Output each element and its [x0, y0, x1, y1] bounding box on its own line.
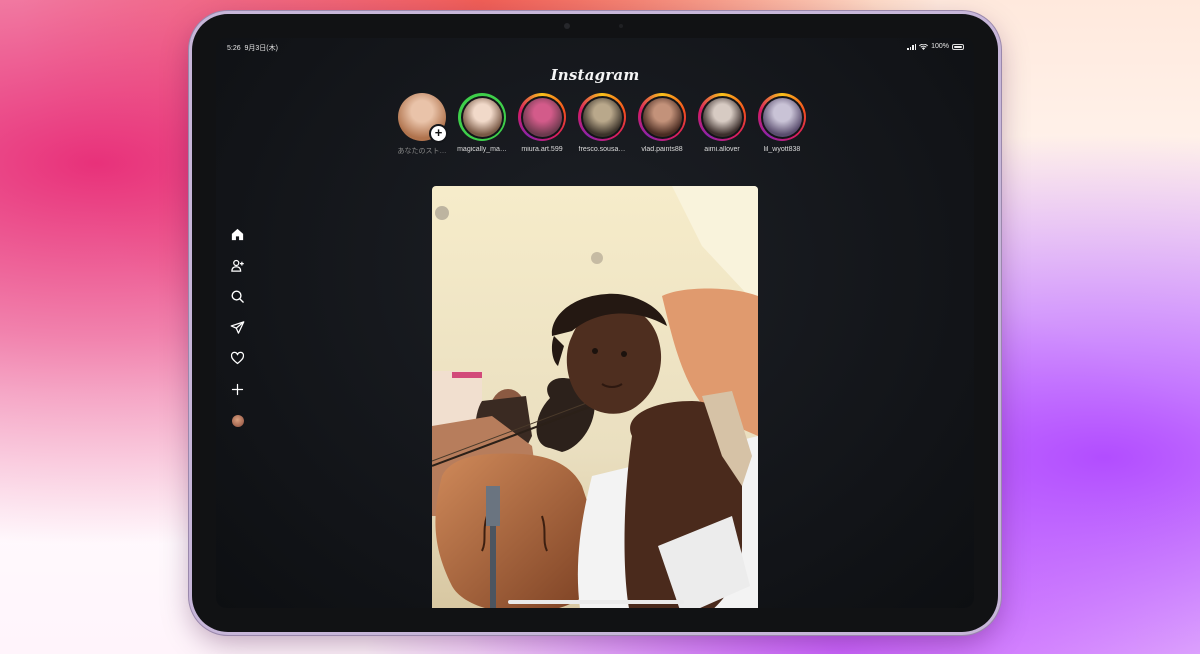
add-story-plus-icon[interactable]: +: [429, 124, 448, 143]
story-ring-gap: [640, 95, 684, 139]
heart-icon[interactable]: [229, 350, 246, 367]
story-username: aimi.allover: [704, 146, 740, 153]
story-avatar: [762, 97, 802, 137]
story-avatar: [522, 97, 562, 137]
story-ring: [698, 93, 746, 141]
story-ring: [638, 93, 686, 141]
story-username: miura.art.599: [521, 146, 563, 153]
story-username: あなたのスト…: [397, 148, 447, 155]
story-username: magically_ma…: [457, 146, 507, 153]
story-ring: [458, 93, 506, 141]
story-ring: [518, 93, 566, 141]
story-ring-gap: [760, 95, 804, 139]
story-username: vlad.paints88: [641, 146, 683, 153]
status-time: 5:26 9月3日(木): [227, 45, 278, 52]
add-friend-icon[interactable]: [229, 257, 246, 274]
search-icon[interactable]: [229, 288, 246, 305]
feed-post-photo[interactable]: [432, 186, 758, 608]
stories-tray: + あなたのスト… magically_ma… miura.art.599 fresco…: [396, 93, 808, 156]
story-item[interactable]: lil_wyott838: [756, 93, 808, 156]
story-username: fresco.sousa…: [578, 146, 626, 153]
post-image: [432, 186, 758, 608]
sidebar-nav: [229, 226, 246, 429]
story-ring: +: [398, 93, 448, 143]
tablet-frame: 5:26 9月3日(木) 100% Instagram + あなたのスト… magi…: [192, 14, 998, 632]
story-ring: [758, 93, 806, 141]
wifi-icon: [919, 43, 929, 50]
story-item[interactable]: miura.art.599: [516, 93, 568, 156]
signal-icon: [907, 43, 917, 50]
story-avatar: [642, 97, 682, 137]
story-ring-gap: [520, 95, 564, 139]
status-date: 9月3日(木): [244, 45, 278, 52]
home-icon[interactable]: [229, 226, 246, 243]
battery-percent: 100%: [931, 43, 949, 50]
story-username: lil_wyott838: [763, 146, 801, 153]
status-bar: 5:26 9月3日(木) 100%: [216, 41, 974, 55]
story-ring-gap: [700, 95, 744, 139]
story-avatar: [582, 97, 622, 137]
your-story[interactable]: + あなたのスト…: [396, 93, 448, 156]
status-right: 100%: [907, 43, 964, 50]
profile-avatar[interactable]: [229, 412, 246, 429]
story-avatar: [702, 97, 742, 137]
story-item[interactable]: aimi.allover: [696, 93, 748, 156]
create-plus-icon[interactable]: [229, 381, 246, 398]
story-item[interactable]: magically_ma…: [456, 93, 508, 156]
story-item[interactable]: fresco.sousa…: [576, 93, 628, 156]
story-item[interactable]: vlad.paints88: [636, 93, 688, 156]
story-avatar: [462, 97, 502, 137]
front-camera: [564, 23, 570, 29]
home-indicator[interactable]: [508, 600, 684, 604]
sensor: [619, 24, 623, 28]
app-logo: Instagram: [550, 66, 640, 84]
direct-message-icon[interactable]: [229, 319, 246, 336]
story-ring: [578, 93, 626, 141]
story-ring-gap: [460, 95, 504, 139]
story-ring-gap: [580, 95, 624, 139]
app-screen: 5:26 9月3日(木) 100% Instagram + あなたのスト… magi…: [216, 38, 974, 608]
battery-icon: [952, 43, 964, 50]
